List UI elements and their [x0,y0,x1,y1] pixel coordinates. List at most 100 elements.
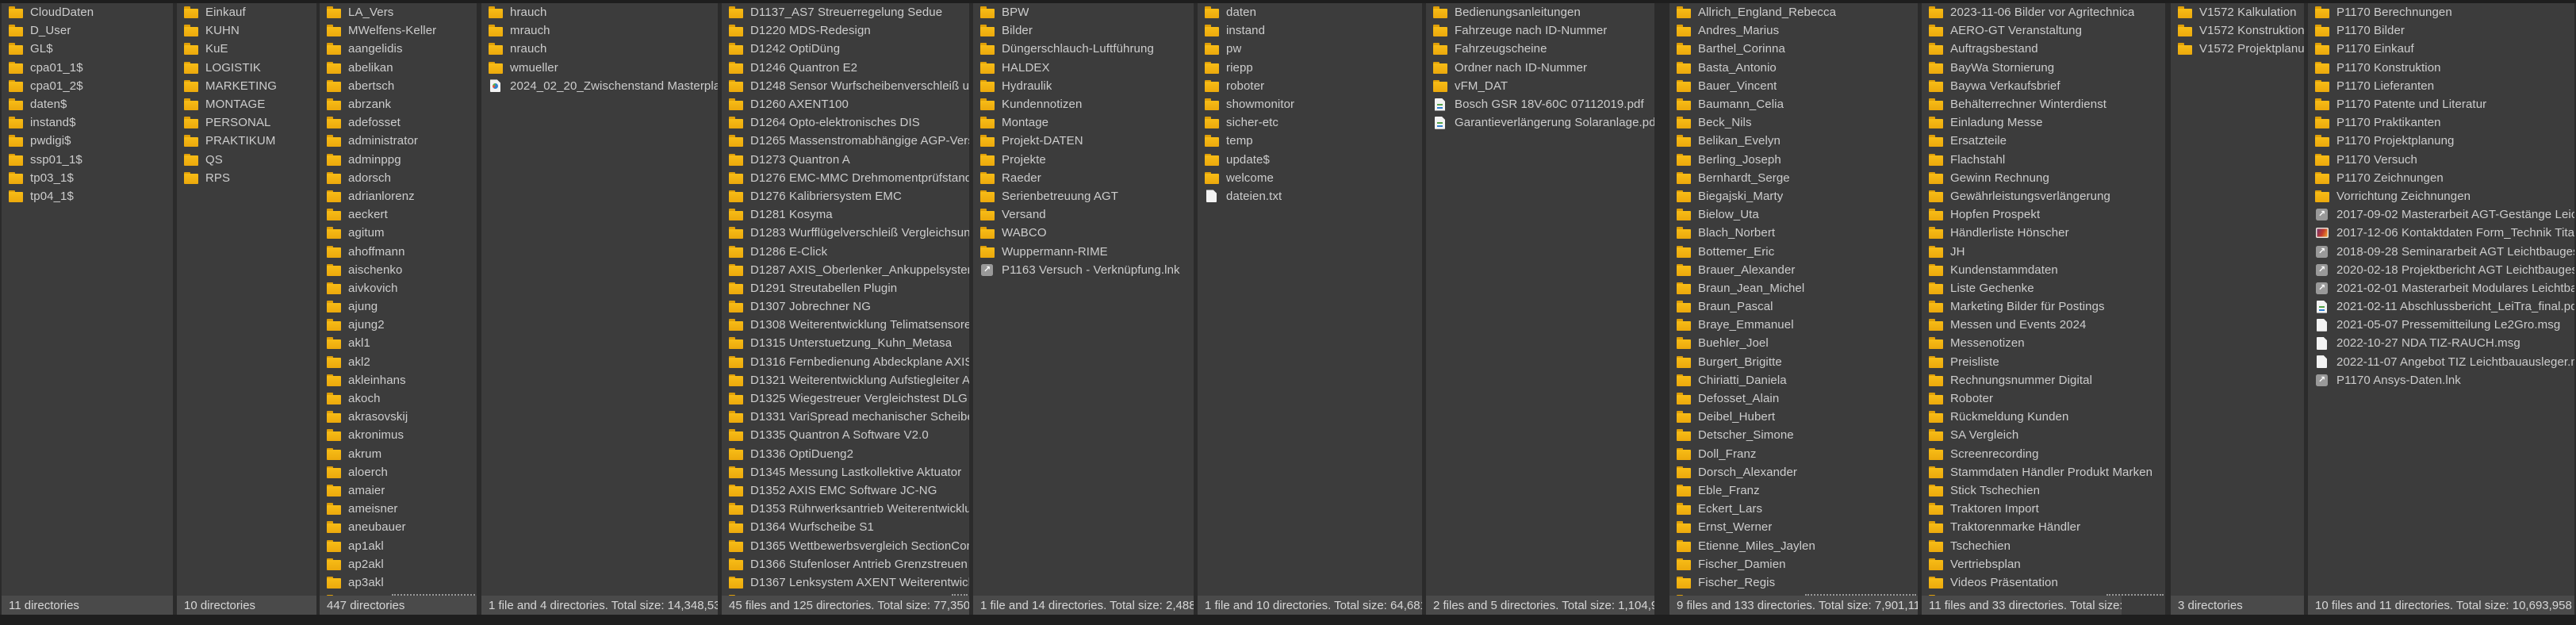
list-item[interactable]: Gewährleistungsverlängerung [1922,187,2165,205]
list-item[interactable]: pw [1198,40,1422,58]
list-item[interactable]: aeckert [320,205,477,224]
list-item[interactable]: P1170 Praktikanten [2308,113,2574,132]
list-item[interactable]: Garantieverlängerung Solaranlage.pdf [1426,113,1654,132]
list-item[interactable]: Bottemer_Eric [1669,242,1918,260]
list-item[interactable]: mrauch [481,21,718,40]
list-item[interactable]: Baywa Verkaufsbrief [1922,77,2165,95]
list-item[interactable]: Behälterrechner Winterdienst [1922,95,2165,113]
list-item[interactable]: P1170 Patente und Literatur [2308,95,2574,113]
list-item[interactable]: P1170 Ansys-Daten.lnk [2308,371,2574,389]
list-item[interactable]: P1170 Einkauf [2308,40,2574,58]
list-item[interactable]: Braun_Jean_Michel [1669,279,1918,297]
list-item[interactable]: Basta_Antonio [1669,59,1918,77]
list-item[interactable]: Etienne_Miles_Jaylen [1669,536,1918,554]
list-item[interactable]: Ersatzteile [1922,132,2165,150]
list-item[interactable]: MWelfens-Keller [320,21,477,40]
list-item[interactable]: Burgert_Brigitte [1669,353,1918,371]
list-item[interactable]: Brauer_Alexander [1669,261,1918,279]
list-item[interactable]: Eckert_Lars [1669,500,1918,518]
list-item[interactable]: Gewinn Rechnung [1922,169,2165,187]
list-item[interactable]: welcome [1198,169,1422,187]
list-item[interactable]: Vertriebsplan [1922,555,2165,573]
list-item[interactable]: akl2 [320,353,477,371]
list-item[interactable]: 2022-11-07 Angebot TIZ Leichtbauausleger… [2308,353,2574,371]
list-item[interactable]: QS [177,151,316,169]
list-item[interactable]: P1170 Lieferanten [2308,77,2574,95]
list-item[interactable]: Stammdaten Händler Produkt Marken [1922,463,2165,481]
list-item[interactable]: Chiriatti_Daniela [1669,371,1918,389]
list-item[interactable]: Deibel_Hubert [1669,408,1918,426]
list-item[interactable]: GL$ [2,40,173,58]
list-item[interactable]: P1163 Versuch - Verknüpfung.lnk [973,261,1194,279]
list-item[interactable]: WABCO [973,224,1194,242]
list-item[interactable]: 2023-11-06 Bilder vor Agritechnica [1922,3,2165,21]
list-item[interactable]: P1170 Berechnungen [2308,3,2574,21]
list-item[interactable]: adminppg [320,151,477,169]
list-item[interactable]: Messen und Events 2024 [1922,316,2165,334]
list-item[interactable]: ap2akl [320,555,477,573]
list-item[interactable]: akronimus [320,426,477,444]
list-item[interactable]: Dorsch_Alexander [1669,463,1918,481]
list-item[interactable]: hrauch [481,3,718,21]
list-item[interactable]: D1352 AXIS EMC Software JC-NG [722,481,969,500]
list-item[interactable]: Beck_Nils [1669,113,1918,132]
list-item[interactable]: Stick Tschechien [1922,481,2165,500]
list-item[interactable]: pwdigi$ [2,132,173,150]
list-item[interactable]: ajung2 [320,316,477,334]
list-item[interactable]: abrzank [320,95,477,113]
list-item[interactable]: D1281 Kosyma [722,205,969,224]
list-item[interactable]: 2022-10-27 NDA TIZ-RAUCH.msg [2308,334,2574,352]
list-item[interactable]: daten$ [2,95,173,113]
list-item[interactable]: P1170 Versuch [2308,151,2574,169]
list-item[interactable]: AERO-GT Veranstaltung [1922,21,2165,40]
list-item[interactable]: Händlerliste Hönscher [1922,224,2165,242]
list-item[interactable]: LA_Vers [320,3,477,21]
list-item[interactable]: D1365 Wettbewerbsvergleich SectionContro… [722,536,969,554]
list-item[interactable]: D1276 EMC-MMC Drehmomentprüfstand [722,169,969,187]
list-item[interactable]: nrauch [481,40,718,58]
list-item[interactable]: riepp [1198,59,1422,77]
list-item[interactable]: tp04_1$ [2,187,173,205]
list-item[interactable]: 2021-02-01 Masterarbeit Modulares Leicht… [2308,279,2574,297]
list-item[interactable]: D1335 Quantron A Software V2.0 [722,426,969,444]
list-item[interactable]: Belikan_Evelyn [1669,132,1918,150]
list-item[interactable]: Bosch GSR 18V-60C 07112019.pdf [1426,95,1654,113]
list-item[interactable]: adefosset [320,113,477,132]
list-item[interactable]: agitum [320,224,477,242]
list-item[interactable]: D1291 Streutabellen Plugin [722,279,969,297]
list-item[interactable]: abelikan [320,59,477,77]
list-item[interactable]: Serienbetreuung AGT [973,187,1194,205]
list-item[interactable]: KuE [177,40,316,58]
list-item[interactable]: 2020-02-18 Projektbericht AGT Leichtbaug… [2308,261,2574,279]
list-item[interactable]: akl1 [320,334,477,352]
list-item[interactable]: sicher-etc [1198,113,1422,132]
list-item[interactable]: PRAKTIKUM [177,132,316,150]
list-item[interactable]: aloerch [320,463,477,481]
list-item[interactable]: Bauer_Vincent [1669,77,1918,95]
list-item[interactable]: D_User [2,21,173,40]
list-item[interactable]: Baumann_Celia [1669,95,1918,113]
list-item[interactable]: Berling_Joseph [1669,151,1918,169]
list-item[interactable]: D1137_AS7 Streuerregelung Sedue [722,3,969,21]
list-item[interactable]: D1308 Weiterentwicklung Telimatsensoren … [722,316,969,334]
list-item[interactable]: SA Vergleich [1922,426,2165,444]
list-item[interactable]: Andres_Marius [1669,21,1918,40]
list-item[interactable]: daten [1198,3,1422,21]
list-item[interactable]: Projekt-DATEN [973,132,1194,150]
list-item[interactable]: P1170 Zeichnungen [2308,169,2574,187]
list-item[interactable]: Vorrichtung Zeichnungen [2308,187,2574,205]
list-item[interactable]: Fischer_Regis [1669,573,1918,592]
list-item[interactable]: 2017-09-02 Masterarbeit AGT-Gestänge Lei… [2308,205,2574,224]
list-item[interactable]: Roboter [1922,389,2165,408]
list-item[interactable]: D1276 Kalibriersystem EMC [722,187,969,205]
list-item[interactable]: Auftragsbestand [1922,40,2165,58]
list-item[interactable]: akleinhans [320,371,477,389]
list-item[interactable]: D1325 Wiegestreuer Vergleichstest DLG [722,389,969,408]
list-item[interactable]: Montage [973,113,1194,132]
list-item[interactable]: Bilder [973,21,1194,40]
list-item[interactable]: roboter [1198,77,1422,95]
list-item[interactable]: MONTAGE [177,95,316,113]
list-item[interactable]: MARKETING [177,77,316,95]
list-item[interactable]: aischenko [320,261,477,279]
list-item[interactable]: ahoffmann [320,242,477,260]
